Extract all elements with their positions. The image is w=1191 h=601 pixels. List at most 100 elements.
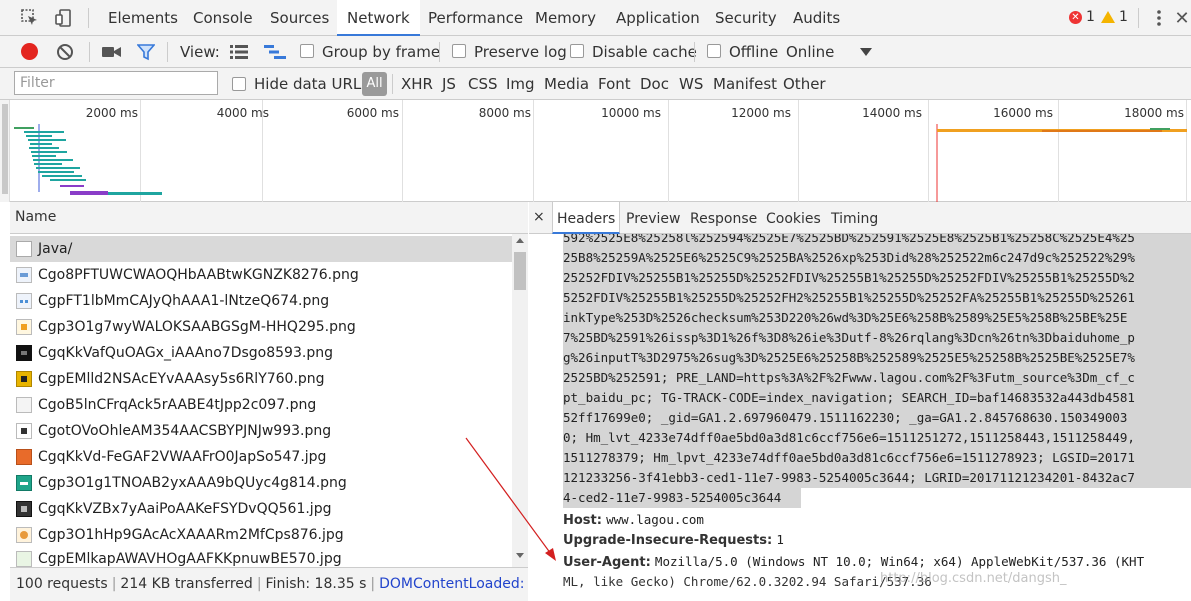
toolbar-divider	[392, 74, 393, 94]
type-filter-img[interactable]: Img	[506, 68, 535, 100]
chevron-down-icon[interactable]	[860, 48, 872, 56]
request-name: CgpFT1lbMmCAJyQhAAA1-lNtzeQ674.png	[38, 293, 330, 309]
preserve-log-label: Preserve log	[474, 43, 567, 61]
devtools-tabbar: Elements Console Sources Network Perform…	[0, 0, 1191, 36]
request-row[interactable]: Cgp3O1g7wyWALOKSAABGSgM-HHQ295.png	[10, 314, 512, 340]
scrollbar-thumb[interactable]	[514, 252, 526, 290]
request-row[interactable]: Java/	[10, 236, 512, 262]
tab-security[interactable]: Security	[706, 0, 786, 36]
request-name: Cgp3O1g1TNOAB2yxAAA9bQUyc4g814.png	[38, 475, 347, 491]
tab-memory[interactable]: Memory	[526, 0, 605, 36]
tab-performance[interactable]: Performance	[419, 0, 532, 36]
request-name: Cgp3O1hHp9GAcAcXAAARm2MfCps876.jpg	[38, 527, 344, 543]
headers-content: 592%2525E8%25258l%252594%2525E7%2525BD%2…	[529, 234, 1191, 601]
image-icon	[16, 267, 32, 283]
close-devtools-icon[interactable]: ✕	[1170, 6, 1191, 30]
type-filter-xhr[interactable]: XHR	[401, 68, 433, 100]
filter-funnel-icon[interactable]	[137, 44, 155, 61]
request-row[interactable]: CgoB5lnCFrqAck5rAABE4tJpp2c097.png	[10, 392, 512, 418]
request-row[interactable]: Cgo8PFTUWCWAOQHbAABtwKGNZK8276.png	[10, 262, 512, 288]
hide-data-urls-label: Hide data URLs	[254, 75, 370, 93]
type-filter-media[interactable]: Media	[544, 68, 589, 100]
toolbar-divider	[88, 8, 89, 28]
waterfall-view-icon[interactable]	[264, 45, 286, 59]
preserve-log-checkbox[interactable]	[452, 44, 466, 58]
screenshot-camera-icon[interactable]	[102, 45, 122, 59]
type-filter-manifest[interactable]: Manifest	[713, 68, 777, 100]
cookie-text-line: inkType%253D%2526checksum%253D220%26wd%3…	[563, 308, 1191, 328]
tab-sources[interactable]: Sources	[261, 0, 338, 36]
filter-input[interactable]	[14, 71, 218, 95]
type-filter-js[interactable]: JS	[442, 68, 456, 100]
request-name: Cgo8PFTUWCWAOQHbAABtwKGNZK8276.png	[38, 267, 359, 283]
request-row[interactable]: CgqKkVafQuOAGx_iAAAno7Dsgo8593.png	[10, 340, 512, 366]
request-row[interactable]: CgotOVoOhleAM354AACSBYPJNJw993.png	[10, 418, 512, 444]
tab-headers[interactable]: Headers	[552, 202, 621, 234]
request-row[interactable]: Cgp3O1g1TNOAB2yxAAA9bQUyc4g814.png	[10, 470, 512, 496]
type-filter-css[interactable]: CSS	[468, 68, 498, 100]
cookie-text-line: 121233256-3f41ebb3-ced1-11e7-9983-525400…	[563, 468, 1191, 488]
image-icon	[16, 319, 32, 335]
type-filter-all[interactable]: All	[362, 72, 387, 96]
group-by-frame-checkbox[interactable]	[300, 44, 314, 58]
large-rows-icon[interactable]	[230, 45, 248, 59]
type-filter-other[interactable]: Other	[783, 68, 826, 100]
scrollbar-thumb[interactable]	[2, 104, 8, 194]
record-icon[interactable]	[21, 43, 38, 60]
document-icon	[16, 241, 32, 257]
offline-checkbox[interactable]	[707, 44, 721, 58]
tab-response[interactable]: Response	[690, 202, 757, 234]
tab-elements[interactable]: Elements	[99, 0, 187, 36]
cookie-text-line: 25B8%25259A%2525E6%2525C9%2525BA%2526xp%…	[563, 248, 1191, 268]
header-key: User-Agent:	[563, 555, 651, 570]
request-row[interactable]: Cgp3O1hHp9GAcAcXAAARm2MfCps876.jpg	[10, 522, 512, 548]
image-icon	[16, 423, 32, 439]
request-name: CgqKkVZBx7yAaiPoAAKeFSYDvQQ561.jpg	[38, 501, 332, 517]
tab-console[interactable]: Console	[184, 0, 262, 36]
request-row[interactable]: CgpFT1lbMmCAJyQhAAA1-lNtzeQ674.png	[10, 288, 512, 314]
type-filter-doc[interactable]: Doc	[640, 68, 669, 100]
list-scrollbar[interactable]	[512, 234, 528, 567]
close-icon[interactable]: ×	[533, 209, 545, 225]
cookie-text-line: g%26inputT%3D2975%26sug%3D%2525E6%25258B…	[563, 348, 1191, 368]
request-row[interactable]: CgqKkVZBx7yAaiPoAAKeFSYDvQQ561.jpg	[10, 496, 512, 522]
tab-timing[interactable]: Timing	[831, 202, 878, 234]
image-icon	[16, 397, 32, 413]
scroll-down-icon[interactable]	[516, 553, 524, 558]
filter-bar: Hide data URLs All XHR JS CSS Img Media …	[0, 68, 1191, 100]
header-key: Host:	[563, 513, 602, 528]
tab-audits[interactable]: Audits	[784, 0, 849, 36]
left-scrollbar[interactable]	[0, 100, 10, 202]
clear-icon[interactable]	[55, 42, 75, 62]
request-name: CgpEMlkapAWAVHOgAAFKKpnuwBE570.jpg	[38, 551, 342, 567]
disable-cache-label: Disable cache	[592, 43, 697, 61]
error-counter[interactable]: ✕ 1	[1069, 9, 1095, 25]
error-icon: ✕	[1069, 10, 1082, 24]
inspect-element-icon[interactable]	[18, 6, 42, 30]
device-toolbar-icon[interactable]	[52, 6, 76, 30]
type-filter-font[interactable]: Font	[598, 68, 631, 100]
network-overview[interactable]: 2000 ms 4000 ms 6000 ms 8000 ms 10000 ms…	[10, 100, 1191, 202]
request-row[interactable]: CgpEMlkapAWAVHOgAAFKKpnuwBE570.jpg	[10, 548, 512, 567]
request-count: 100 requests	[16, 576, 108, 592]
request-row[interactable]: CgpEMlld2NSAcEYvAAAsy5s6RlY760.png	[10, 366, 512, 392]
cookie-text-line: pt_baidu_pc; TG-TRACK-CODE=index_navigat…	[563, 388, 1191, 408]
header-value-continuation: ML, like Gecko) Chrome/62.0.3202.94 Safa…	[563, 574, 932, 589]
header-row-user-agent: User-Agent: Mozilla/5.0 (Windows NT 10.0…	[563, 552, 1144, 572]
scroll-up-icon[interactable]	[516, 238, 524, 243]
hide-data-urls-checkbox[interactable]	[232, 77, 246, 91]
type-filter-ws[interactable]: WS	[679, 68, 703, 100]
throttling-select[interactable]: Online	[786, 36, 834, 68]
tab-application[interactable]: Application	[607, 0, 709, 36]
more-menu-icon[interactable]	[1147, 6, 1171, 30]
image-icon	[16, 293, 32, 309]
warning-counter[interactable]: 1	[1101, 9, 1128, 25]
tab-preview[interactable]: Preview	[626, 202, 681, 234]
request-row[interactable]: CgqKkVd-FeGAF2VWAAFrO0JapSo547.jpg	[10, 444, 512, 470]
disable-cache-checkbox[interactable]	[570, 44, 584, 58]
header-value: www.lagou.com	[606, 512, 704, 527]
toolbar-divider	[167, 42, 168, 62]
tab-network[interactable]: Network	[337, 0, 420, 36]
tab-cookies[interactable]: Cookies	[766, 202, 821, 234]
name-column-header[interactable]: Name	[10, 202, 528, 234]
